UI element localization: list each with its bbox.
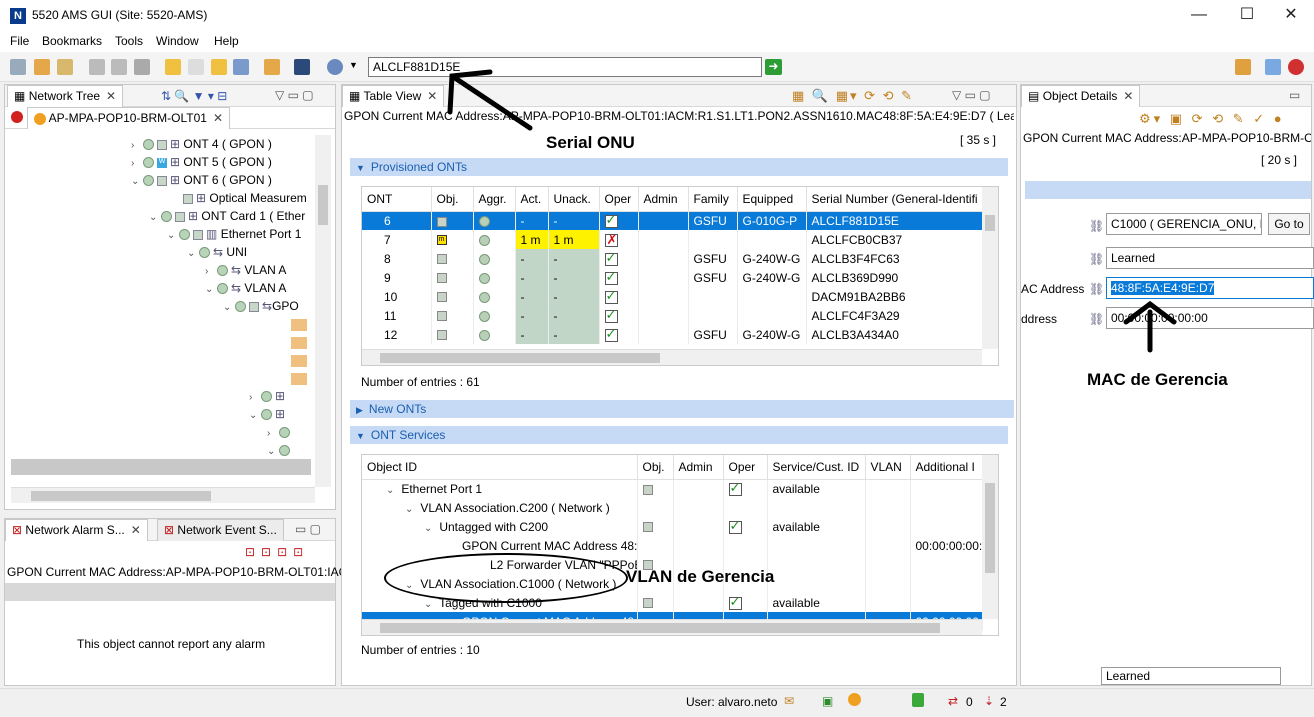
status-bar: User: alvaro.neto ✉ ▣ ⇄ 0 ⇣ 2 xyxy=(0,688,1314,717)
annotation-arrows xyxy=(447,69,1177,353)
mac-arrow xyxy=(1123,300,1177,353)
pending-icon[interactable]: ⇣ xyxy=(984,694,994,708)
mac-gerencia-annotation: MAC de Gerencia xyxy=(1087,370,1228,389)
sync-icon[interactable]: ⇄ xyxy=(948,694,958,708)
mail-icon[interactable]: ✉ xyxy=(784,694,794,708)
lock-icon[interactable] xyxy=(912,693,924,707)
serial-onu-annotation: Serial ONU xyxy=(546,133,635,152)
sync-count: 0 xyxy=(966,695,973,709)
user-label: User: alvaro.neto xyxy=(686,695,778,709)
pending-count: 2 xyxy=(1000,695,1007,709)
serial-arrow xyxy=(447,69,533,131)
alarm-status-icon[interactable] xyxy=(848,693,861,706)
network-status-icon[interactable]: ▣ xyxy=(822,694,833,708)
vlan-gerencia-annotation: VLAN de Gerencia xyxy=(626,567,775,586)
